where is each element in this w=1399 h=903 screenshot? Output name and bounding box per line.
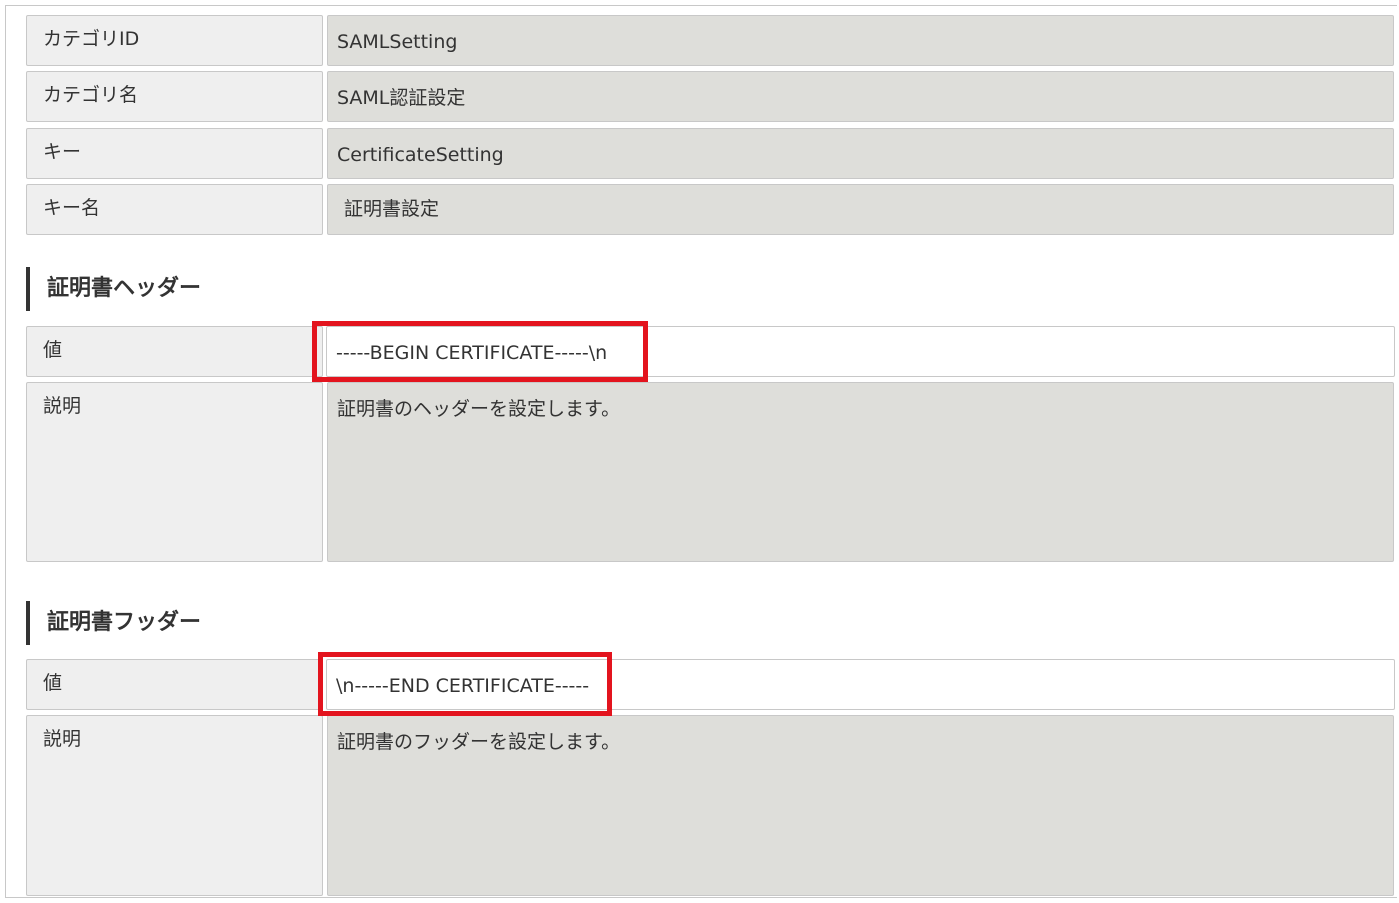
category-id-value: SAMLSetting — [327, 15, 1394, 66]
footer-description-text: 証明書のフッダーを設定します。 — [327, 715, 1394, 896]
certificate-header-section-title: 証明書ヘッダー — [26, 267, 526, 311]
key-name-label: キー名 — [26, 184, 323, 235]
footer-description-label: 説明 — [26, 715, 323, 896]
category-id-label: カテゴリID — [26, 15, 323, 66]
key-value: CertificateSetting — [327, 128, 1394, 179]
header-value-label: 値 — [26, 326, 323, 377]
key-label: キー — [26, 128, 323, 179]
certificate-footer-section-title: 証明書フッダー — [26, 601, 526, 645]
category-name-label: カテゴリ名 — [26, 71, 323, 122]
header-description-label: 説明 — [26, 382, 323, 562]
footer-value-label: 値 — [26, 659, 323, 710]
header-description-text: 証明書のヘッダーを設定します。 — [327, 382, 1394, 562]
header-value-input[interactable]: -----BEGIN CERTIFICATE-----\n — [326, 326, 1395, 377]
key-name-value: 証明書設定 — [327, 184, 1394, 235]
category-name-value: SAML認証設定 — [327, 71, 1394, 122]
footer-value-input[interactable]: \n-----END CERTIFICATE----- — [326, 659, 1395, 710]
